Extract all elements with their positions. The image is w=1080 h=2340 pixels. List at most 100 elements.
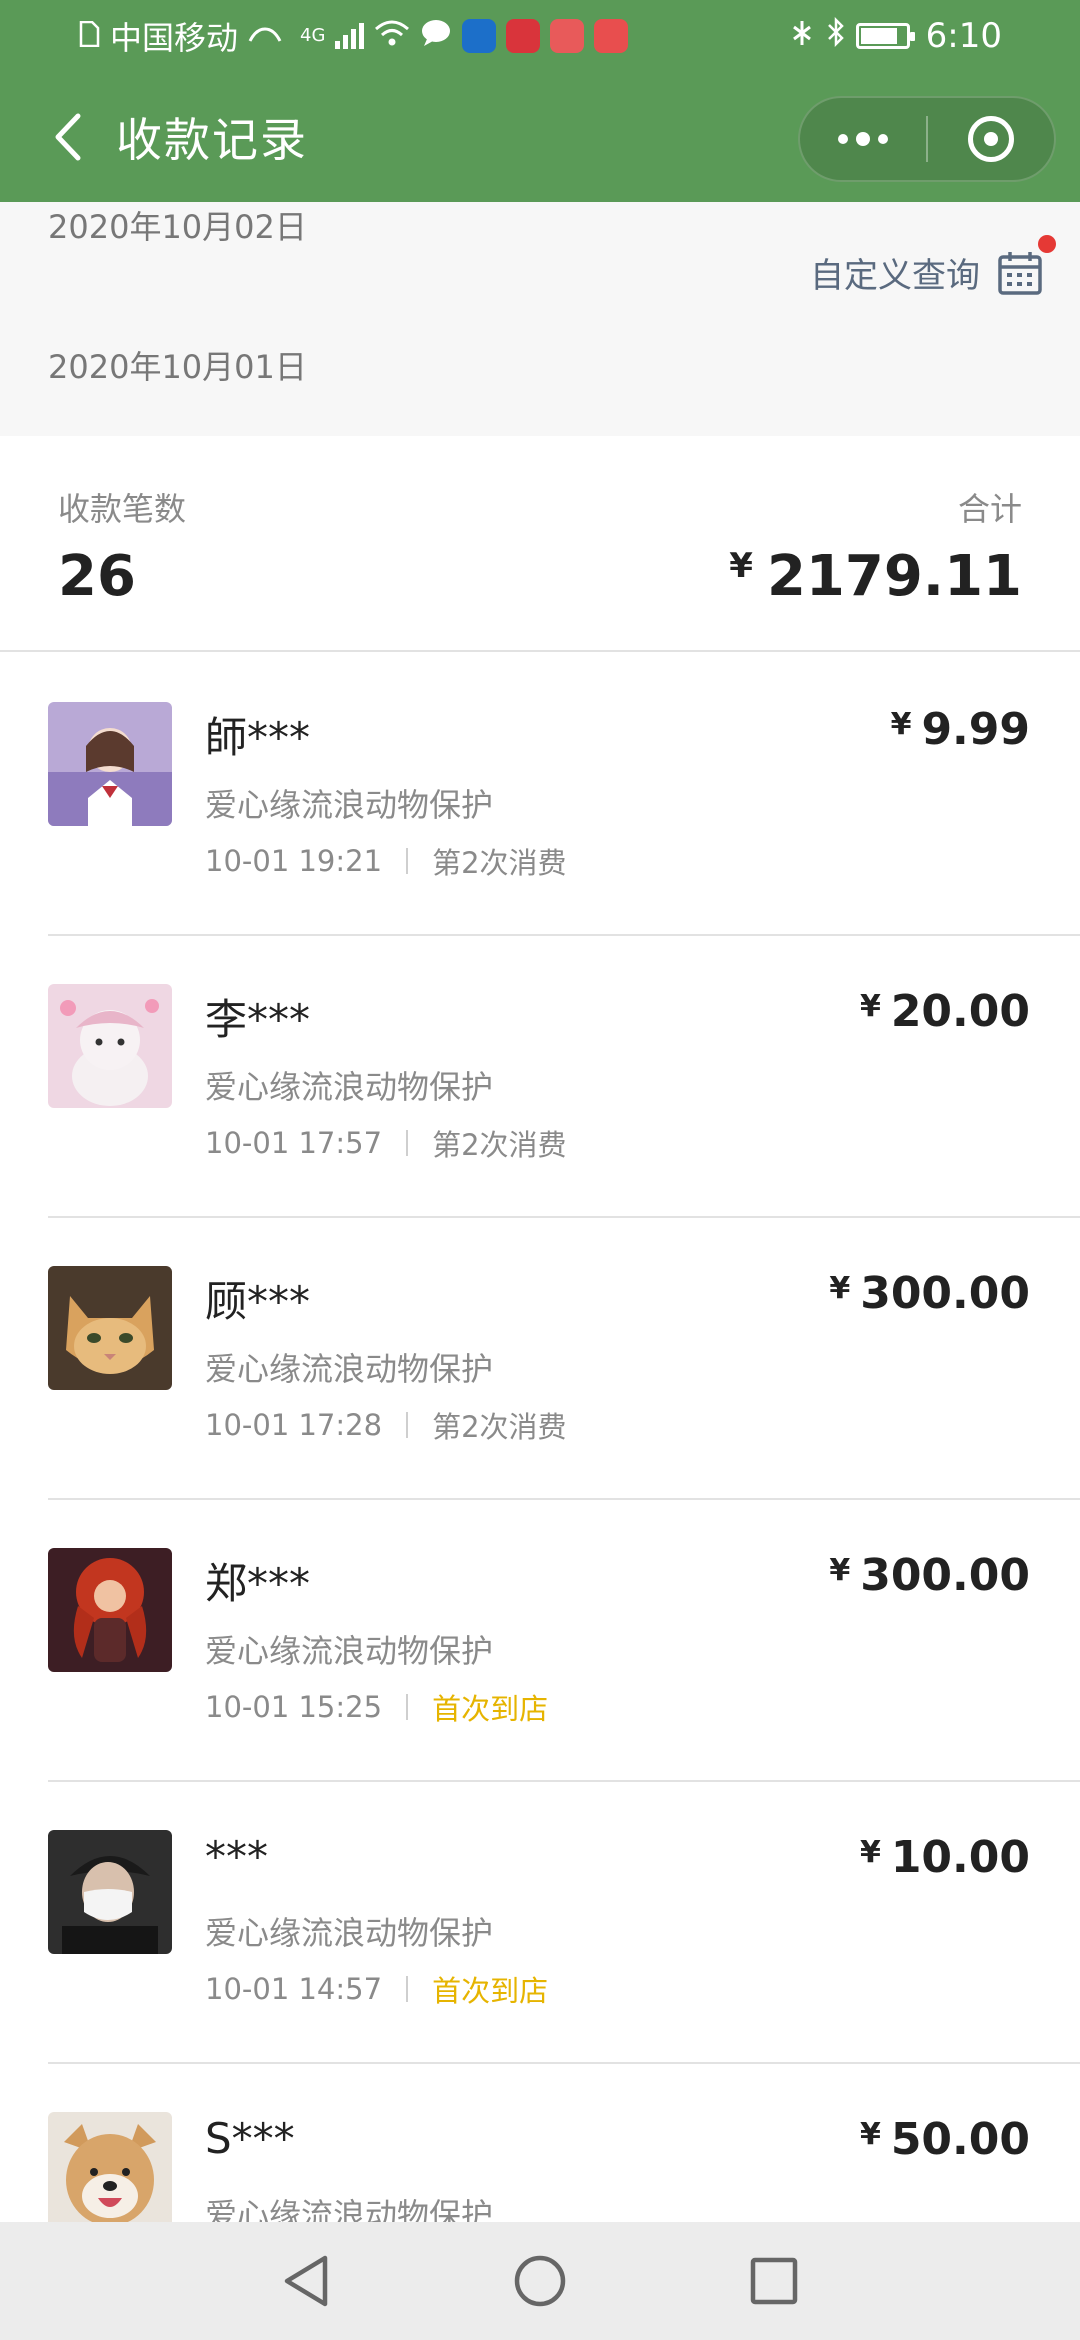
start-date[interactable]: 2020年10月02日 bbox=[48, 202, 307, 248]
amount-value: 9.99 bbox=[921, 704, 1030, 755]
record-amount: ¥9.99 bbox=[891, 704, 1030, 755]
record-amount: ¥300.00 bbox=[829, 1550, 1030, 1601]
record-meta: 10-01 14:57 首次到店 bbox=[205, 1968, 548, 2010]
record-item[interactable]: 李*** 爱心缘流浪动物保护 10-01 17:57 第2次消费 ¥20.00 bbox=[0, 934, 1080, 1216]
chevron-left-icon bbox=[55, 113, 81, 161]
payer-name: *** bbox=[205, 1832, 268, 1881]
status-bar-right: 6:10 bbox=[788, 16, 1002, 56]
end-date[interactable]: 2020年10月01日 bbox=[48, 342, 307, 388]
square-recents-icon bbox=[750, 2257, 798, 2305]
close-target-icon bbox=[968, 116, 1014, 162]
currency-symbol: ¥ bbox=[890, 707, 912, 742]
currency-symbol: ¥ bbox=[729, 546, 753, 586]
currency-symbol: ¥ bbox=[859, 1835, 881, 1870]
hd-call-icon bbox=[248, 17, 282, 55]
avatar bbox=[48, 1830, 172, 1954]
record-meta: 10-01 15:25 首次到店 bbox=[205, 1686, 548, 1728]
avatar bbox=[48, 1548, 172, 1672]
shop-name: 爱心缘流浪动物保护 bbox=[205, 786, 494, 824]
record-meta: 10-01 17:57 第2次消费 bbox=[205, 1122, 567, 1164]
record-amount: ¥10.00 bbox=[860, 1832, 1030, 1883]
payer-name: S*** bbox=[205, 2114, 295, 2163]
summary-panel: 收款笔数 合计 26 ¥2179.11 bbox=[0, 436, 1080, 652]
meta-divider bbox=[406, 1412, 409, 1438]
amount-value: 300.00 bbox=[860, 1550, 1030, 1601]
visit-tag: 首次到店 bbox=[432, 1692, 549, 1726]
avatar bbox=[48, 1266, 172, 1390]
meta-divider bbox=[406, 848, 409, 874]
visit-tag: 首次到店 bbox=[432, 1974, 549, 2008]
record-time: 10-01 14:57 bbox=[205, 1972, 383, 2006]
payer-name: 師*** bbox=[205, 713, 311, 762]
shop-name: 爱心缘流浪动物保护 bbox=[205, 1350, 494, 1388]
bluetooth-icon bbox=[826, 16, 846, 55]
payer-name: 郑*** bbox=[205, 1559, 311, 1608]
payer-name: 顾*** bbox=[205, 1277, 311, 1326]
triangle-back-icon bbox=[284, 2255, 328, 2307]
meta-divider bbox=[406, 1694, 409, 1720]
transaction-count: 26 bbox=[58, 544, 136, 609]
visit-tag: 第2次消费 bbox=[432, 1410, 567, 1444]
system-back-button[interactable] bbox=[274, 2249, 338, 2313]
system-home-button[interactable] bbox=[508, 2249, 572, 2313]
count-label: 收款笔数 bbox=[58, 490, 187, 528]
battery-fill bbox=[860, 28, 897, 44]
visit-tag: 第2次消费 bbox=[432, 846, 567, 880]
shop-app-icon bbox=[550, 19, 585, 53]
custom-query-button[interactable]: 自定义查询 bbox=[810, 234, 1056, 297]
miniprogram-capsule bbox=[798, 96, 1056, 182]
avatar bbox=[48, 702, 172, 826]
record-time: 10-01 15:25 bbox=[205, 1690, 383, 1724]
currency-symbol: ¥ bbox=[859, 2117, 881, 2152]
record-list: 師*** 爱心缘流浪动物保护 10-01 19:21 第2次消费 ¥9.99 李… bbox=[0, 652, 1080, 2340]
record-time: 10-01 17:57 bbox=[205, 1126, 383, 1160]
more-dots-icon bbox=[838, 132, 888, 146]
record-amount: ¥50.00 bbox=[860, 2114, 1030, 2165]
nav-bar: 收款记录 bbox=[0, 72, 1080, 202]
meta-divider bbox=[406, 1130, 409, 1156]
currency-symbol: ¥ bbox=[829, 1553, 851, 1588]
record-time: 10-01 17:28 bbox=[205, 1408, 383, 1442]
date-filter: 2020年10月02日 2020年10月01日 自定义查询 bbox=[0, 202, 1080, 436]
wifi-icon bbox=[374, 17, 410, 55]
status-bar-left: 中国移动 4G bbox=[78, 13, 629, 59]
carrier-name: 中国移动 bbox=[110, 19, 239, 57]
message-bubble-icon bbox=[420, 17, 452, 55]
total-value: 2179.11 bbox=[766, 544, 1022, 609]
amount-value: 300.00 bbox=[860, 1268, 1030, 1319]
record-item[interactable]: *** 爱心缘流浪动物保护 10-01 14:57 首次到店 ¥10.00 bbox=[0, 1780, 1080, 2062]
page-title: 收款记录 bbox=[116, 113, 308, 167]
close-miniprogram-button[interactable] bbox=[928, 98, 1054, 180]
payer-name: 李*** bbox=[205, 995, 311, 1044]
reader-app-icon bbox=[594, 19, 629, 53]
record-amount: ¥300.00 bbox=[829, 1268, 1030, 1319]
clock: 6:10 bbox=[925, 16, 1002, 56]
network-type: 4G bbox=[300, 25, 326, 46]
system-nav-bar bbox=[0, 2222, 1080, 2340]
record-item[interactable]: 郑*** 爱心缘流浪动物保护 10-01 15:25 首次到店 ¥300.00 bbox=[0, 1498, 1080, 1780]
record-item[interactable]: 師*** 爱心缘流浪动物保护 10-01 19:21 第2次消费 ¥9.99 bbox=[0, 652, 1080, 934]
record-meta: 10-01 19:21 第2次消费 bbox=[205, 840, 567, 882]
shop-name: 爱心缘流浪动物保护 bbox=[205, 1068, 494, 1106]
more-menu-button[interactable] bbox=[800, 98, 926, 180]
record-amount: ¥20.00 bbox=[860, 986, 1030, 1037]
avatar bbox=[48, 984, 172, 1108]
record-item[interactable]: 顾*** 爱心缘流浪动物保护 10-01 17:28 第2次消费 ¥300.00 bbox=[0, 1216, 1080, 1498]
currency-symbol: ¥ bbox=[829, 1271, 851, 1306]
system-recents-button[interactable] bbox=[742, 2249, 806, 2313]
custom-query-label: 自定义查询 bbox=[810, 256, 980, 296]
total-label: 合计 bbox=[957, 490, 1022, 528]
amount-value: 10.00 bbox=[890, 1832, 1030, 1883]
status-bar: 中国移动 4G 6:10 bbox=[0, 0, 1080, 72]
record-time: 10-01 19:21 bbox=[205, 844, 383, 878]
back-button[interactable] bbox=[38, 107, 98, 167]
shop-name: 爱心缘流浪动物保护 bbox=[205, 1632, 494, 1670]
avatar bbox=[48, 2112, 172, 2236]
signal-icon bbox=[335, 23, 365, 49]
total-amount: ¥2179.11 bbox=[729, 544, 1022, 609]
currency-symbol: ¥ bbox=[859, 989, 881, 1024]
amount-value: 50.00 bbox=[890, 2114, 1030, 2165]
health-app-icon bbox=[506, 19, 541, 53]
calendar-icon bbox=[996, 234, 1056, 297]
browser-app-icon bbox=[462, 19, 497, 53]
